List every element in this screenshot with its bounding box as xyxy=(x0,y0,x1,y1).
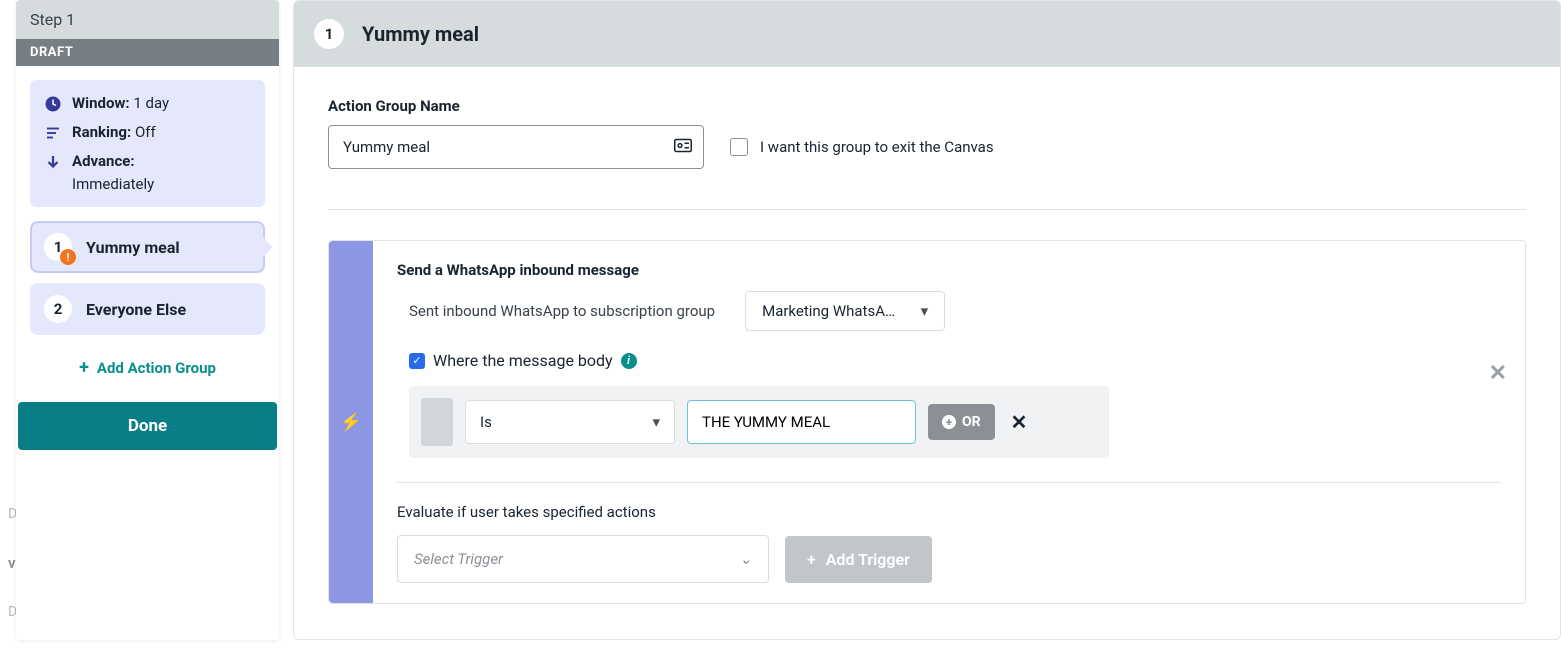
remove-condition-icon[interactable]: ✕ xyxy=(1011,410,1028,434)
add-group-label: Add Action Group xyxy=(97,359,216,377)
ranking-icon xyxy=(44,124,62,142)
select-trigger-placeholder: Select Trigger xyxy=(414,550,503,568)
advance-value: Immediately xyxy=(72,175,251,193)
message-body-label: Where the message body xyxy=(433,351,613,370)
action-item-everyone-else[interactable]: 2 Everyone Else xyxy=(30,283,265,335)
info-icon[interactable]: i xyxy=(621,353,637,369)
plus-icon: + xyxy=(807,550,816,569)
evaluate-label: Evaluate if user takes specified actions xyxy=(397,503,1501,521)
plus-icon: + xyxy=(79,357,89,378)
condition-operator-select[interactable]: Is ▾ xyxy=(465,400,675,444)
exit-canvas-checkbox[interactable] xyxy=(730,138,748,156)
or-label: OR xyxy=(962,414,981,430)
or-button[interactable]: + OR xyxy=(928,404,995,440)
action-item-yummy-meal[interactable]: 1 ! Yummy meal xyxy=(30,221,265,273)
main-header: 1 Yummy meal xyxy=(294,1,1560,67)
trigger-subtext: Sent inbound WhatsApp to subscription gr… xyxy=(409,302,715,320)
summary-box: Window: 1 day Ranking: Off Advance: Imme… xyxy=(30,80,265,207)
action-group-name-input[interactable] xyxy=(328,125,704,169)
id-card-icon[interactable] xyxy=(674,138,692,157)
add-trigger-button[interactable]: + Add Trigger xyxy=(785,536,932,583)
chevron-down-icon: ▾ xyxy=(921,302,929,320)
sidebar: Step 1 DRAFT Window: 1 day Ranking: Off … xyxy=(16,0,279,640)
plus-circle-icon: + xyxy=(942,415,956,429)
condition-block: Is ▾ + OR ✕ xyxy=(409,386,1109,458)
action-number: 2 xyxy=(44,295,72,323)
condition-value-input[interactable] xyxy=(687,400,916,444)
chevron-right-icon xyxy=(263,237,273,257)
trigger-card: ⚡ Send a WhatsApp inbound message Sent i… xyxy=(328,240,1526,604)
chevron-down-icon: ⌄ xyxy=(739,550,752,568)
condition-operator-value: Is xyxy=(480,413,492,431)
ranking-label: Ranking: xyxy=(72,123,131,141)
select-trigger-dropdown[interactable]: Select Trigger ⌄ xyxy=(397,535,769,583)
trigger-spine: ⚡ xyxy=(329,241,373,603)
page-title: Yummy meal xyxy=(362,22,479,46)
clock-icon xyxy=(44,95,62,113)
window-label: Window: xyxy=(72,94,130,112)
window-value: 1 day xyxy=(133,94,169,112)
exit-canvas-label: I want this group to exit the Canvas xyxy=(760,138,994,156)
close-card-icon[interactable]: ✕ xyxy=(1489,361,1507,386)
alert-icon: ! xyxy=(60,249,76,265)
action-label: Yummy meal xyxy=(86,238,180,257)
action-number: 1 ! xyxy=(44,233,72,261)
subscription-group-value: Marketing WhatsA… xyxy=(762,302,895,320)
done-button[interactable]: Done xyxy=(18,402,277,450)
main-panel: 1 Yummy meal Action Group Name I want th… xyxy=(293,0,1561,640)
action-group-name-label: Action Group Name xyxy=(328,97,1526,115)
add-action-group-button[interactable]: + Add Action Group xyxy=(16,345,279,390)
trigger-title: Send a WhatsApp inbound message xyxy=(397,261,1501,279)
draft-badge: DRAFT xyxy=(16,39,279,66)
chevron-down-icon: ▾ xyxy=(652,413,660,431)
drag-handle[interactable] xyxy=(421,398,453,446)
header-step-number: 1 xyxy=(314,19,344,49)
divider xyxy=(397,482,1501,483)
action-label: Everyone Else xyxy=(86,300,186,319)
message-body-checkbox[interactable]: ✓ xyxy=(409,353,425,369)
add-trigger-label: Add Trigger xyxy=(826,550,910,569)
divider xyxy=(328,209,1526,210)
ranking-value: Off xyxy=(135,123,156,141)
lightning-icon: ⚡ xyxy=(340,412,362,433)
step-title: Step 1 xyxy=(16,0,279,39)
arrow-down-icon xyxy=(44,153,62,171)
subscription-group-select[interactable]: Marketing WhatsA… ▾ xyxy=(745,291,945,331)
advance-label: Advance: xyxy=(72,152,135,170)
